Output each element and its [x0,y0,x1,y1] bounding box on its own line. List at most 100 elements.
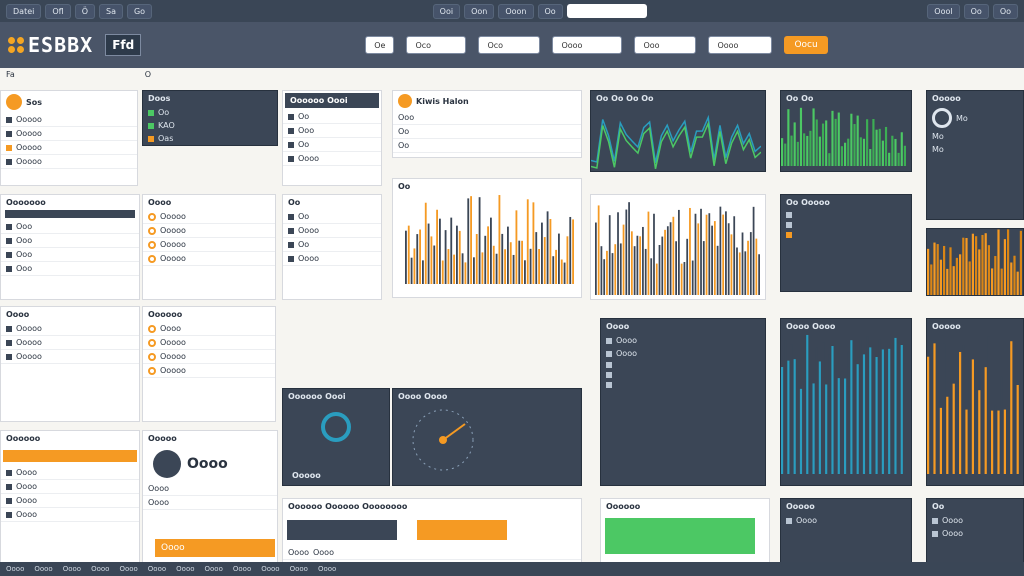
list-item[interactable]: Ooooo [160,254,186,263]
list-item[interactable]: Ooooo [160,366,186,375]
chart-bar [433,245,436,284]
chart-bar [495,253,498,284]
list-item[interactable]: Oo [298,240,309,249]
chart-bar [410,257,413,284]
list-item[interactable]: Oooo [148,498,169,507]
primary-action-button[interactable]: Oocu [784,36,828,54]
menu-item[interactable]: Ofl [45,3,71,19]
chart-bar [507,226,509,284]
chart-bar [439,218,441,284]
toolbar-button[interactable]: Oooo [552,36,623,54]
menu-item[interactable]: Oool [927,3,960,19]
list-item[interactable]: Ooooo [160,240,186,249]
breadcrumb-item[interactable]: O [145,70,151,79]
toolbar-button[interactable]: Oco [406,36,467,54]
toolbar-button[interactable]: Oe [365,36,395,54]
list-item[interactable]: Ooooo [16,338,42,347]
list-item[interactable]: Oooo [313,548,334,557]
list-item[interactable]: Ooo [298,126,314,135]
chart-bar [655,263,658,295]
action-button[interactable]: Oooo [155,539,275,557]
panel-title: Ooooo [932,322,961,331]
menu-item[interactable]: Sa [98,3,123,19]
list-item[interactable]: Ooooo [16,129,42,138]
menu-item[interactable]: Oo [963,3,989,19]
menu-item[interactable]: Ooi [432,3,461,19]
breadcrumb-item[interactable]: Fa [6,70,15,79]
menu-item[interactable]: Oon [464,3,495,19]
workspace-badge[interactable]: Ffd [105,34,142,56]
list-item[interactable]: Ooooo [16,324,42,333]
item-icon [148,366,156,375]
toolbar-button[interactable]: Ooo [634,36,697,54]
list-item[interactable]: Ooooo [160,226,186,235]
gauge-icon [321,412,351,442]
list-item[interactable]: Oooo [616,349,637,358]
selected-row[interactable] [5,210,135,218]
menu-item[interactable]: Ö [74,3,95,19]
chart-bar [952,383,955,474]
list-item[interactable]: Ooo [16,264,32,273]
bar-chart [781,334,906,474]
chart-bar [991,410,994,474]
toolbar-button[interactable]: Oco [478,36,541,54]
menu-item[interactable]: Ooon [498,3,534,19]
item-icon [148,338,156,347]
avatar[interactable] [153,450,181,478]
chart-bar [639,236,642,295]
chart-bar [943,245,946,295]
list-item[interactable]: Ooo [16,236,32,245]
list-item[interactable]: Oo [298,140,309,149]
list-item[interactable]: Ooooo [16,352,42,361]
list-item[interactable]: Oooo [16,496,37,505]
chart-bar [422,260,424,284]
chart-bar [749,232,752,295]
item-icon [148,254,156,263]
list-item[interactable]: Mo [932,132,944,141]
menu-item[interactable]: Datei [6,3,42,19]
list-item[interactable]: Mo [956,114,968,123]
chart-bar [981,234,984,295]
list-item[interactable]: Ooooo [160,212,186,221]
chart-bar [930,369,933,474]
list-item[interactable]: Oooo [288,548,309,557]
list-item[interactable]: Mo [932,145,944,154]
chart-bar [441,260,444,284]
list-item[interactable]: Ooo [16,222,32,231]
list-item[interactable]: Ooooo [160,338,186,347]
menu-item[interactable]: Go [126,3,153,19]
chart-bar [815,119,818,166]
list-item[interactable]: Oo [298,112,309,121]
chart-bar [1013,343,1016,474]
list-item[interactable]: Oooo [148,484,169,493]
menu-item[interactable]: Oo [992,3,1019,19]
chart-bar [812,383,815,474]
list-item[interactable]: Oooo [160,324,181,333]
list-item[interactable]: Oooo [16,482,37,491]
chart-bar [894,138,897,166]
list-item[interactable]: Ooo [16,250,32,259]
list-item[interactable]: Oooo [616,336,637,345]
menu-item[interactable]: Oo [537,3,563,19]
list-item[interactable]: Oooo [298,154,319,163]
list-item[interactable]: Oooo [942,529,963,538]
chart-bar [447,249,450,284]
list-item[interactable]: Oooo [298,226,319,235]
list-item[interactable]: Oooo [16,510,37,519]
chart-bar [881,140,884,166]
search-input[interactable] [566,4,647,18]
list-item[interactable]: Oooo [298,254,319,263]
list-item[interactable]: Oooo [796,516,817,525]
list-item[interactable]: Ooooo [160,352,186,361]
chart-bar [927,356,930,474]
list-item[interactable]: Oooo [16,468,37,477]
chart-bar [840,371,843,474]
list-item[interactable]: Ooooo [16,143,42,152]
list-item[interactable]: Oo [298,212,309,221]
chart-bar [984,233,987,295]
list-item[interactable]: Oooo [942,516,963,525]
user-icon [6,94,22,110]
list-item[interactable]: Ooooo [16,115,42,124]
list-item[interactable]: Ooooo [16,157,42,166]
toolbar-button[interactable]: Oooo [708,36,773,54]
